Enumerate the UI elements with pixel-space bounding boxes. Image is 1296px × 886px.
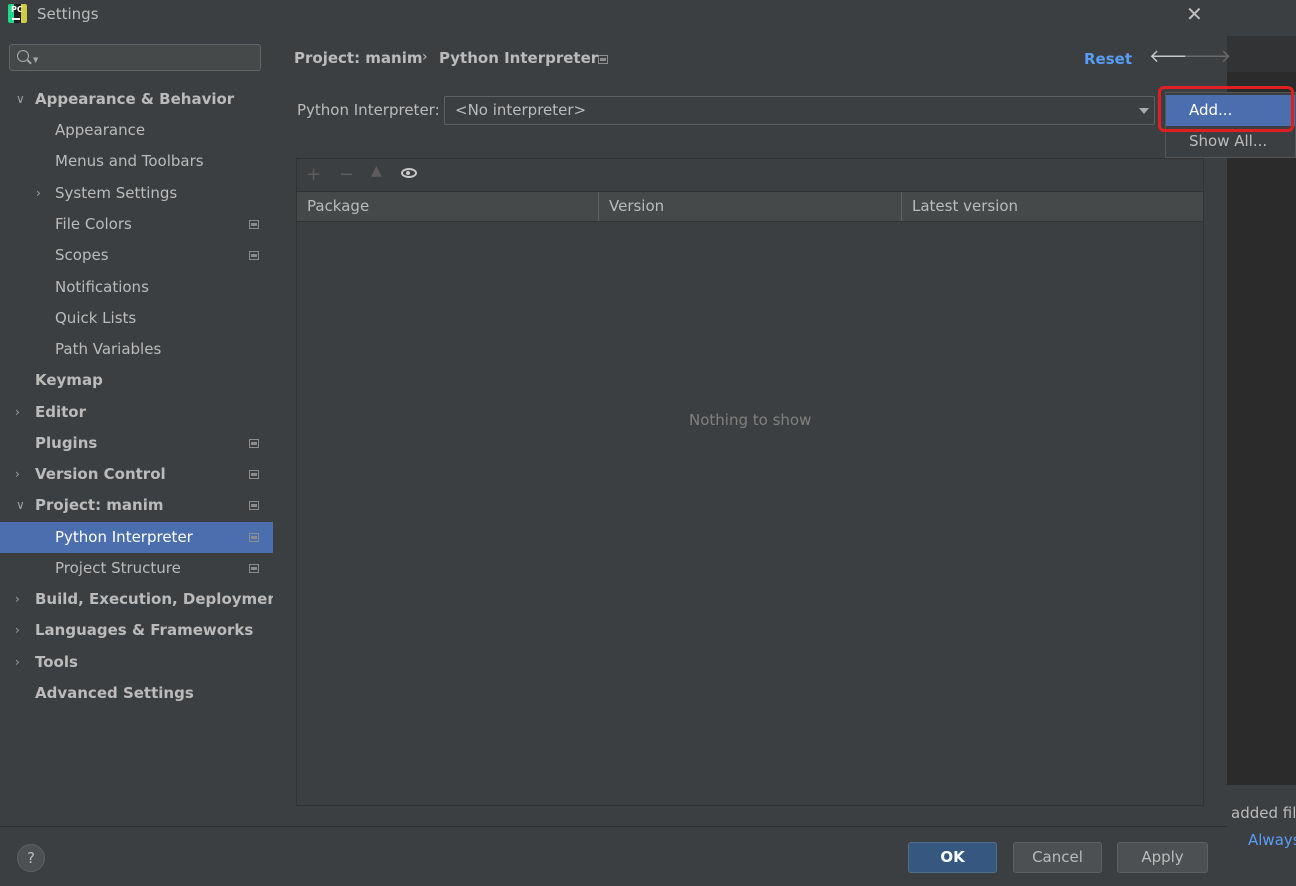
sidebar-item-keymap[interactable]: Keymap — [0, 365, 273, 396]
packages-toolbar: + − ▲ — [297, 159, 1203, 191]
reset-link[interactable]: Reset — [1084, 50, 1132, 68]
minus-icon[interactable]: − — [339, 164, 354, 185]
sidebar-item-menus-toolbars[interactable]: Menus and Toolbars — [0, 146, 273, 177]
project-scope-icon — [249, 501, 259, 510]
sidebar-item-plugins[interactable]: Plugins — [0, 428, 273, 459]
dropdown-arrow-icon[interactable] — [1139, 108, 1149, 114]
packages-table-body[interactable]: Nothing to show — [297, 222, 1203, 805]
settings-sidebar: ▼ ∨ Appearance & Behavior Appearance Men… — [0, 30, 285, 826]
background-notification-link[interactable]: Always — [1248, 831, 1296, 849]
project-scope-icon — [249, 470, 259, 479]
ok-button[interactable]: OK — [908, 842, 997, 873]
settings-dialog: PC Settings ✕ ▼ ∨ Appearance & Behavior … — [0, 0, 1231, 886]
packages-panel: + − ▲ Package Version Latest version Not… — [296, 158, 1204, 806]
packages-table-header: Package Version Latest version — [297, 191, 1203, 222]
breadcrumb-page: Python Interpreter — [439, 49, 599, 67]
sidebar-item-quick-lists[interactable]: Quick Lists — [0, 303, 273, 334]
sidebar-item-advanced-settings[interactable]: Advanced Settings — [0, 678, 273, 709]
chevron-down-icon[interactable]: ∨ — [16, 490, 25, 521]
chevron-right-icon[interactable]: › — [36, 178, 41, 209]
sidebar-item-version-control[interactable]: › Version Control — [0, 459, 273, 490]
interpreter-label: Python Interpreter: — [297, 101, 440, 119]
background-toolbar — [1227, 0, 1296, 36]
close-icon[interactable]: ✕ — [1186, 2, 1203, 26]
chevron-right-icon[interactable]: › — [15, 584, 20, 615]
sidebar-item-appearance[interactable]: Appearance — [0, 115, 273, 146]
sidebar-item-languages-frameworks[interactable]: › Languages & Frameworks — [0, 615, 273, 646]
sidebar-item-project-manim[interactable]: ∨ Project: manim — [0, 490, 273, 521]
sidebar-item-scopes[interactable]: Scopes — [0, 240, 273, 271]
annotation-highlight-box — [1158, 86, 1294, 132]
sidebar-item-appearance-behavior[interactable]: ∨ Appearance & Behavior — [0, 84, 273, 115]
project-scope-icon — [249, 251, 259, 260]
project-scope-icon — [598, 55, 608, 64]
column-header-package[interactable]: Package — [297, 192, 598, 221]
arrow-right-icon[interactable]: 🡒 — [1183, 46, 1231, 67]
settings-content: Project: manim › Python Interpreter Rese… — [273, 30, 1231, 826]
empty-state-text: Nothing to show — [689, 411, 812, 429]
sidebar-item-system-settings[interactable]: › System Settings — [0, 178, 273, 209]
window-title: Settings — [37, 5, 99, 23]
sidebar-item-project-structure[interactable]: Project Structure — [0, 553, 273, 584]
sidebar-item-editor[interactable]: › Editor — [0, 397, 273, 428]
background-notification-text: added fil — [1231, 804, 1296, 822]
upgrade-icon[interactable]: ▲ — [371, 163, 382, 179]
project-scope-icon — [249, 564, 259, 573]
chevron-right-icon[interactable]: › — [15, 615, 20, 646]
sidebar-item-file-colors[interactable]: File Colors — [0, 209, 273, 240]
column-header-version[interactable]: Version — [598, 192, 901, 221]
dialog-footer: ? OK Cancel Apply — [0, 826, 1227, 886]
interpreter-value: <No interpreter> — [455, 101, 587, 119]
sidebar-item-path-variables[interactable]: Path Variables — [0, 334, 273, 365]
breadcrumb-separator-icon: › — [422, 49, 428, 65]
project-scope-icon — [249, 533, 259, 542]
sidebar-item-tools[interactable]: › Tools — [0, 647, 273, 678]
project-scope-icon — [249, 220, 259, 229]
chevron-right-icon[interactable]: › — [15, 459, 20, 490]
column-header-latest-version[interactable]: Latest version — [901, 192, 1203, 221]
sidebar-item-python-interpreter[interactable]: Python Interpreter — [0, 522, 273, 553]
chevron-right-icon[interactable]: › — [15, 647, 20, 678]
sidebar-item-build-execution-deployment[interactable]: › Build, Execution, Deployment — [0, 584, 285, 615]
apply-button[interactable]: Apply — [1117, 842, 1208, 873]
title-bar: PC Settings ✕ — [0, 0, 1227, 29]
background-tabbar — [1227, 36, 1296, 72]
search-input[interactable]: ▼ — [9, 44, 261, 71]
chevron-down-icon[interactable]: ▼ — [33, 56, 38, 64]
project-scope-icon — [249, 439, 259, 448]
pycharm-logo-icon: PC — [8, 4, 27, 23]
sidebar-item-notifications[interactable]: Notifications — [0, 272, 273, 303]
breadcrumb-project[interactable]: Project: manim — [294, 49, 423, 67]
chevron-right-icon[interactable]: › — [15, 397, 20, 428]
search-icon — [17, 50, 29, 62]
interpreter-select[interactable]: <No interpreter> — [444, 96, 1155, 125]
chevron-down-icon[interactable]: ∨ — [16, 84, 25, 115]
help-button[interactable]: ? — [17, 844, 45, 872]
eye-icon[interactable] — [401, 168, 417, 178]
plus-icon[interactable]: + — [306, 164, 321, 185]
cancel-button[interactable]: Cancel — [1013, 842, 1102, 873]
